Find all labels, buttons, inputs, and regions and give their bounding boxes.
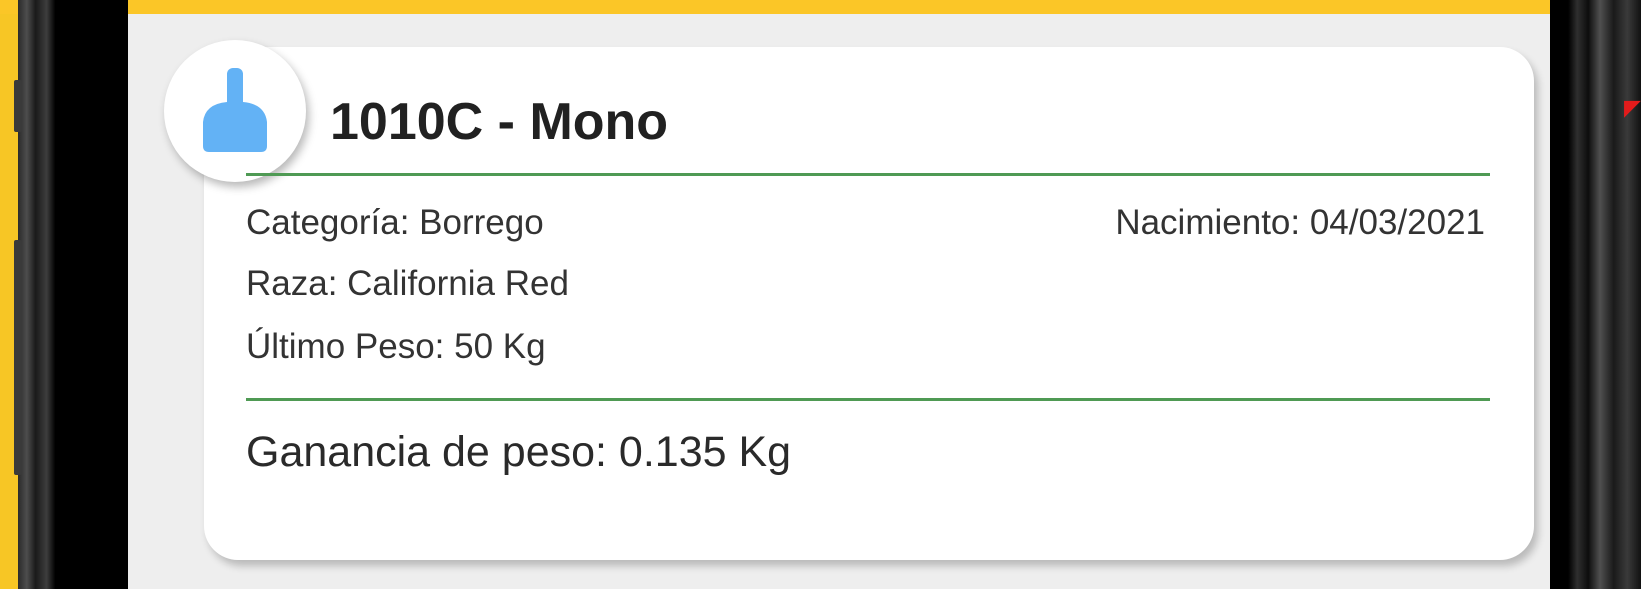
weight-gain-label: Ganancia de peso: 0.135 Kg [246, 428, 792, 476]
phone-bezel-left [18, 0, 128, 589]
title-divider [246, 173, 1490, 176]
animal-title: 1010C - Mono [330, 93, 669, 151]
ear-tag-icon [203, 68, 267, 152]
birth-date-label: Nacimiento: 04/03/2021 [1115, 203, 1485, 242]
category-label: Categoría: Borrego [246, 203, 544, 242]
animal-avatar [164, 40, 306, 182]
details-divider [246, 398, 1490, 401]
phone-side-key [14, 80, 22, 132]
phone-bezel-right [1550, 0, 1641, 589]
phone-side-key [14, 240, 22, 475]
top-frame-strip [0, 0, 1641, 14]
breed-label: Raza: California Red [246, 264, 569, 303]
last-weight-label: Último Peso: 50 Kg [246, 327, 546, 366]
red-pointer-mark: ◤ [1624, 95, 1641, 120]
